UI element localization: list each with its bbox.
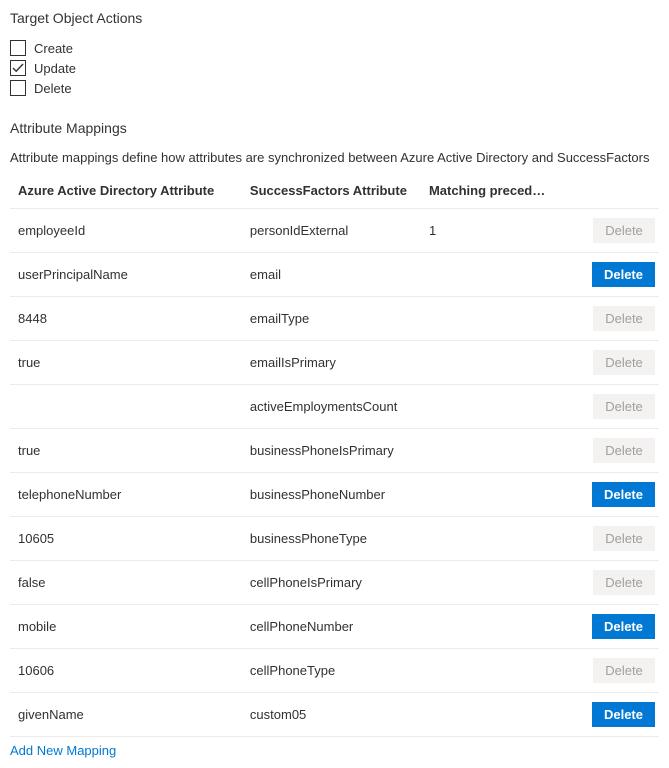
delete-button[interactable]: Delete: [593, 218, 655, 243]
attribute-mappings-title: Attribute Mappings: [10, 120, 659, 136]
delete-button[interactable]: Delete: [593, 306, 655, 331]
col-header-aad[interactable]: Azure Active Directory Attribute: [10, 173, 242, 209]
table-row[interactable]: employeeIdpersonIdExternal1 Delete: [10, 209, 659, 253]
target-object-actions-list: Create Update Delete: [10, 40, 659, 96]
cell-matching-precedence: [421, 385, 557, 429]
table-row[interactable]: 10605businessPhoneType Delete: [10, 517, 659, 561]
cell-matching-precedence: [421, 517, 557, 561]
checkbox-icon[interactable]: [10, 40, 26, 56]
table-row[interactable]: givenNamecustom05 Delete: [10, 693, 659, 737]
target-object-actions-title: Target Object Actions: [10, 10, 659, 26]
cell-aad-attribute: [10, 385, 242, 429]
cell-sf-attribute: activeEmploymentsCount: [242, 385, 421, 429]
checkbox-label: Create: [34, 41, 73, 56]
cell-matching-precedence: [421, 473, 557, 517]
attribute-mappings-table: Azure Active Directory Attribute Success…: [10, 173, 659, 737]
cell-aad-attribute: false: [10, 561, 242, 605]
cell-aad-attribute: 10605: [10, 517, 242, 561]
cell-aad-attribute: true: [10, 341, 242, 385]
cell-aad-attribute: employeeId: [10, 209, 242, 253]
cell-aad-attribute: telephoneNumber: [10, 473, 242, 517]
attribute-mappings-description: Attribute mappings define how attributes…: [10, 150, 659, 165]
cell-matching-precedence: [421, 253, 557, 297]
cell-sf-attribute: cellPhoneNumber: [242, 605, 421, 649]
col-header-actions: [557, 173, 659, 209]
cell-sf-attribute: personIdExternal: [242, 209, 421, 253]
delete-button[interactable]: Delete: [593, 570, 655, 595]
table-row[interactable]: 10606cellPhoneType Delete: [10, 649, 659, 693]
cell-sf-attribute: cellPhoneType: [242, 649, 421, 693]
cell-aad-attribute: userPrincipalName: [10, 253, 242, 297]
cell-matching-precedence: [421, 605, 557, 649]
cell-sf-attribute: email: [242, 253, 421, 297]
table-row[interactable]: falsecellPhoneIsPrimary Delete: [10, 561, 659, 605]
cell-sf-attribute: businessPhoneIsPrimary: [242, 429, 421, 473]
checkbox-icon[interactable]: [10, 60, 26, 76]
target-action-update[interactable]: Update: [10, 60, 659, 76]
table-row[interactable]: userPrincipalNameemail Delete: [10, 253, 659, 297]
table-row[interactable]: activeEmploymentsCount Delete: [10, 385, 659, 429]
cell-matching-precedence: [421, 649, 557, 693]
table-row[interactable]: mobilecellPhoneNumber Delete: [10, 605, 659, 649]
add-new-mapping-link[interactable]: Add New Mapping: [10, 743, 116, 758]
cell-aad-attribute: mobile: [10, 605, 242, 649]
cell-sf-attribute: emailType: [242, 297, 421, 341]
delete-button[interactable]: Delete: [592, 482, 655, 507]
delete-button[interactable]: Delete: [592, 262, 655, 287]
cell-sf-attribute: emailIsPrimary: [242, 341, 421, 385]
col-header-sf[interactable]: SuccessFactors Attribute: [242, 173, 421, 209]
cell-aad-attribute: 10606: [10, 649, 242, 693]
delete-button[interactable]: Delete: [592, 702, 655, 727]
table-row[interactable]: truebusinessPhoneIsPrimary Delete: [10, 429, 659, 473]
cell-sf-attribute: custom05: [242, 693, 421, 737]
cell-matching-precedence: [421, 341, 557, 385]
cell-matching-precedence: [421, 561, 557, 605]
table-row[interactable]: 8448emailType Delete: [10, 297, 659, 341]
checkbox-label: Delete: [34, 81, 72, 96]
checkbox-label: Update: [34, 61, 76, 76]
cell-aad-attribute: 8448: [10, 297, 242, 341]
cell-sf-attribute: businessPhoneType: [242, 517, 421, 561]
cell-matching-precedence: [421, 693, 557, 737]
delete-button[interactable]: Delete: [592, 614, 655, 639]
target-action-delete[interactable]: Delete: [10, 80, 659, 96]
target-action-create[interactable]: Create: [10, 40, 659, 56]
cell-aad-attribute: givenName: [10, 693, 242, 737]
delete-button[interactable]: Delete: [593, 438, 655, 463]
col-header-matching-precedence[interactable]: Matching preceden...: [421, 173, 557, 209]
table-row[interactable]: telephoneNumberbusinessPhoneNumber Delete: [10, 473, 659, 517]
delete-button[interactable]: Delete: [593, 350, 655, 375]
cell-matching-precedence: [421, 297, 557, 341]
table-row[interactable]: trueemailIsPrimary Delete: [10, 341, 659, 385]
cell-sf-attribute: cellPhoneIsPrimary: [242, 561, 421, 605]
cell-matching-precedence: 1: [421, 209, 557, 253]
cell-sf-attribute: businessPhoneNumber: [242, 473, 421, 517]
checkbox-icon[interactable]: [10, 80, 26, 96]
delete-button[interactable]: Delete: [593, 526, 655, 551]
cell-matching-precedence: [421, 429, 557, 473]
cell-aad-attribute: true: [10, 429, 242, 473]
delete-button[interactable]: Delete: [593, 658, 655, 683]
delete-button[interactable]: Delete: [593, 394, 655, 419]
